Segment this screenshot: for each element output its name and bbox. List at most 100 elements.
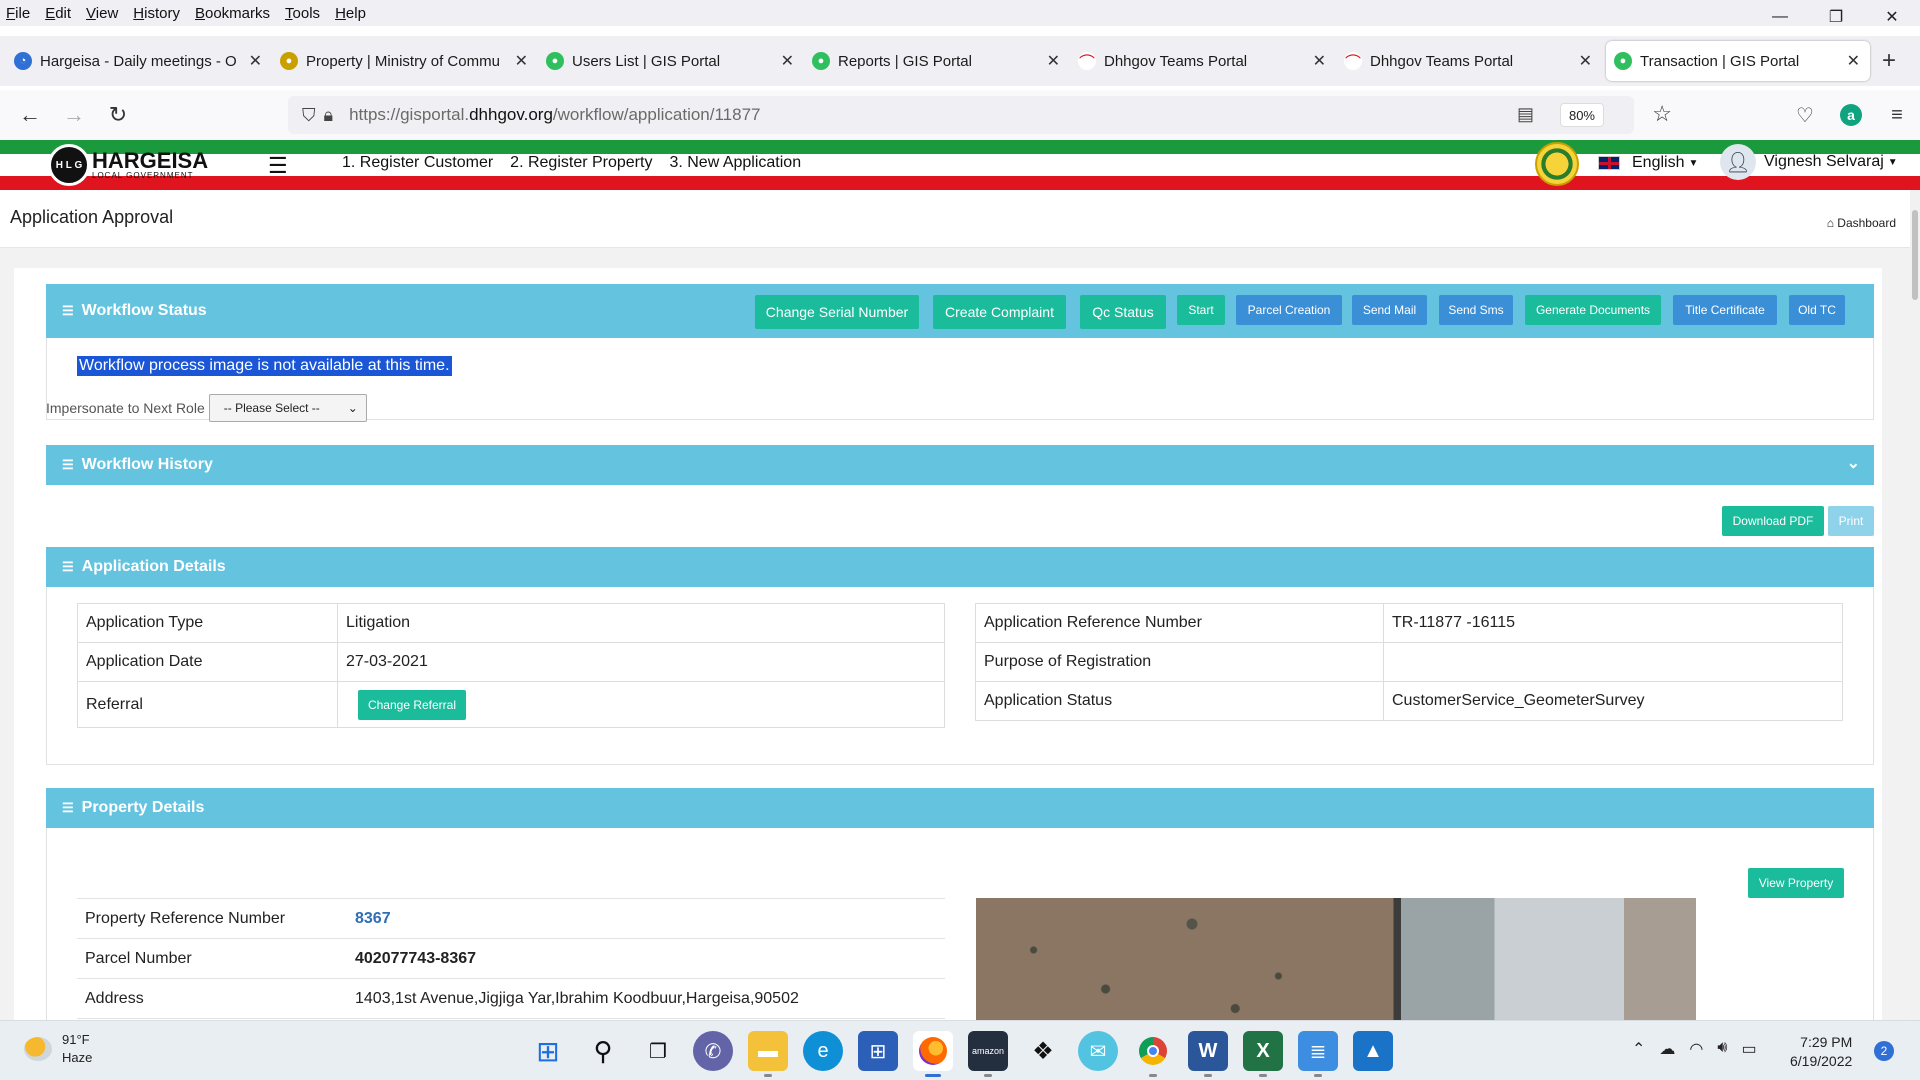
menu-file[interactable]: File (6, 5, 30, 22)
volume-icon[interactable]: 🔊︎ (1717, 1039, 1727, 1059)
task-view-icon[interactable]: ❐ (638, 1031, 678, 1071)
property-reference-link[interactable]: 8367 (355, 910, 945, 928)
shield-icon[interactable]: ⛉ (302, 105, 316, 126)
word-icon[interactable]: W (1188, 1031, 1228, 1077)
browser-tab[interactable]: ⌒ Dhhgov Teams Portal ✕ (1336, 41, 1602, 81)
user-menu[interactable]: 👤︎ Vignesh Selvaraj ▼ (1720, 144, 1898, 180)
amazon-icon[interactable]: amazon (968, 1031, 1008, 1077)
edge-browser-icon[interactable]: e (803, 1031, 843, 1071)
excel-icon[interactable]: X (1243, 1031, 1283, 1077)
back-button[interactable]: ← (8, 93, 52, 137)
nav-register-property[interactable]: 2. Register Property (510, 154, 652, 172)
browser-tab[interactable]: ● Users List | GIS Portal ✕ (538, 41, 804, 81)
tab-close-icon[interactable]: ✕ (1313, 51, 1326, 71)
app-menu-icon[interactable]: ≡ (1874, 104, 1920, 127)
page-scrollbar[interactable] (1910, 190, 1920, 1020)
send-sms-button[interactable]: Send Sms (1439, 295, 1513, 325)
weather-desc: Haze (62, 1050, 93, 1065)
menu-help[interactable]: Help (335, 5, 366, 22)
browser-tab-active[interactable]: ● Transaction | GIS Portal ✕ (1606, 41, 1870, 81)
chevron-up-icon[interactable]: ⌃ (1632, 1039, 1645, 1059)
microsoft-store-icon[interactable]: ⊞ (858, 1031, 898, 1071)
breadcrumb-dashboard[interactable]: Dashboard (1837, 216, 1896, 230)
change-referral-button[interactable]: Change Referral (358, 689, 466, 720)
url-text: https://gisportal.dhhgov.org/workflow/ap… (349, 105, 761, 124)
cell-label: Property Reference Number (85, 909, 286, 927)
start-button[interactable]: Start (1177, 295, 1225, 325)
chevron-down-icon[interactable]: ⌄ (1847, 453, 1860, 473)
tab-close-icon[interactable]: ✕ (249, 51, 262, 71)
send-mail-button[interactable]: Send Mail (1352, 295, 1427, 325)
view-property-button[interactable]: View Property (1748, 868, 1844, 898)
old-tc-button[interactable]: Old TC (1789, 295, 1845, 325)
breadcrumb[interactable]: ⌂ Dashboard (1827, 216, 1896, 230)
wifi-icon[interactable]: ◠ (1689, 1039, 1703, 1059)
zoom-level[interactable]: 80% (1559, 103, 1604, 127)
nav-register-customer[interactable]: 1. Register Customer (342, 154, 493, 172)
cell-label: Application Type (77, 603, 338, 643)
bookmark-star-icon[interactable]: ☆ (1652, 101, 1672, 127)
browser-tab[interactable]: ● Reports | GIS Portal ✕ (804, 41, 1070, 81)
generate-documents-button[interactable]: Generate Documents (1525, 295, 1661, 325)
weather-widget[interactable]: 91°F Haze (24, 1031, 92, 1067)
minimize-button[interactable]: — (1752, 0, 1808, 34)
browser-tab[interactable]: ⌒ Dhhgov Teams Portal ✕ (1070, 41, 1336, 81)
menu-edit[interactable]: Edit (45, 5, 71, 22)
title-certificate-button[interactable]: Title Certificate (1673, 295, 1777, 325)
scroll-thumb[interactable] (1912, 210, 1918, 300)
application-details-title: Application Details (81, 558, 226, 575)
nav-toolbar: ← → ↻ ⛉ 🔒︎ https://gisportal.dhhgov.org/… (0, 90, 1920, 140)
qc-status-button[interactable]: Qc Status (1080, 295, 1166, 329)
create-complaint-button[interactable]: Create Complaint (933, 295, 1066, 329)
browser-tab[interactable]: ◔ Hargeisa - Daily meetings - O ✕ (6, 41, 272, 81)
dropbox-icon[interactable]: ❖ (1023, 1031, 1063, 1071)
notepad-icon[interactable]: ≣ (1298, 1031, 1338, 1077)
taskbar-clock[interactable]: 7:29 PM 6/19/2022 (1790, 1033, 1852, 1071)
browser-tab[interactable]: ● Property | Ministry of Commu ✕ (272, 41, 538, 81)
pocket-icon[interactable]: ♡ (1782, 103, 1828, 128)
tab-close-icon[interactable]: ✕ (1047, 51, 1060, 71)
forward-button[interactable]: → (52, 93, 96, 137)
menu-view[interactable]: View (86, 5, 118, 22)
windows-start-icon[interactable]: ⊞ (528, 1031, 568, 1071)
address-bar[interactable]: ⛉ 🔒︎ https://gisportal.dhhgov.org/workfl… (288, 96, 1672, 134)
tab-title: Users List | GIS Portal (572, 52, 721, 70)
workflow-history-header[interactable]: ☰ Workflow History ⌄ (46, 445, 1874, 485)
tab-close-icon[interactable]: ✕ (781, 51, 794, 71)
reader-view-icon[interactable]: ▤ (1517, 104, 1534, 125)
firefox-icon[interactable] (913, 1031, 953, 1077)
tab-close-icon[interactable]: ✕ (515, 51, 528, 71)
list-icon: ☰ (62, 457, 74, 472)
menu-tools[interactable]: Tools (285, 5, 320, 22)
photos-icon[interactable]: ▲ (1353, 1031, 1393, 1071)
battery-icon[interactable]: ▭ (1741, 1039, 1756, 1059)
account-icon[interactable]: a (1828, 104, 1874, 126)
logo-title: HARGEISA (92, 148, 209, 173)
tab-close-icon[interactable]: ✕ (1847, 51, 1860, 71)
favicon-icon: ● (812, 52, 830, 70)
impersonate-role-select[interactable]: -- Please Select -- ⌄ (208, 394, 367, 422)
language-dropdown[interactable]: English ▼ (1598, 154, 1698, 172)
download-pdf-button[interactable]: Download PDF (1722, 506, 1824, 536)
new-tab-button[interactable]: + (1882, 47, 1896, 75)
lock-icon[interactable]: 🔒︎ (324, 105, 334, 126)
chrome-icon[interactable] (1133, 1031, 1173, 1077)
change-serial-number-button[interactable]: Change Serial Number (755, 295, 919, 329)
site-logo[interactable]: H L G HARGEISA LOCAL GOVERNMENT (48, 144, 208, 186)
nav-new-application[interactable]: 3. New Application (669, 154, 801, 172)
reload-button[interactable]: ↻ (96, 93, 140, 137)
search-icon[interactable]: ⚲ (583, 1031, 623, 1071)
restore-button[interactable]: ❐ (1808, 0, 1864, 34)
menu-bookmarks[interactable]: Bookmarks (195, 5, 270, 22)
onedrive-cloud-icon[interactable]: ☁ (1659, 1039, 1675, 1059)
close-window-button[interactable]: ✕ (1864, 0, 1920, 34)
messaging-app-icon[interactable]: ✉ (1078, 1031, 1118, 1071)
hamburger-menu-icon[interactable]: ☰ (268, 153, 288, 179)
print-button[interactable]: Print (1828, 506, 1874, 536)
notification-badge[interactable]: 2 (1874, 1041, 1894, 1061)
menu-history[interactable]: History (133, 5, 180, 22)
teams-chat-icon[interactable]: ✆ (693, 1031, 733, 1071)
tab-close-icon[interactable]: ✕ (1579, 51, 1592, 71)
file-explorer-icon[interactable]: ▬ (748, 1031, 788, 1077)
parcel-creation-button[interactable]: Parcel Creation (1236, 295, 1342, 325)
